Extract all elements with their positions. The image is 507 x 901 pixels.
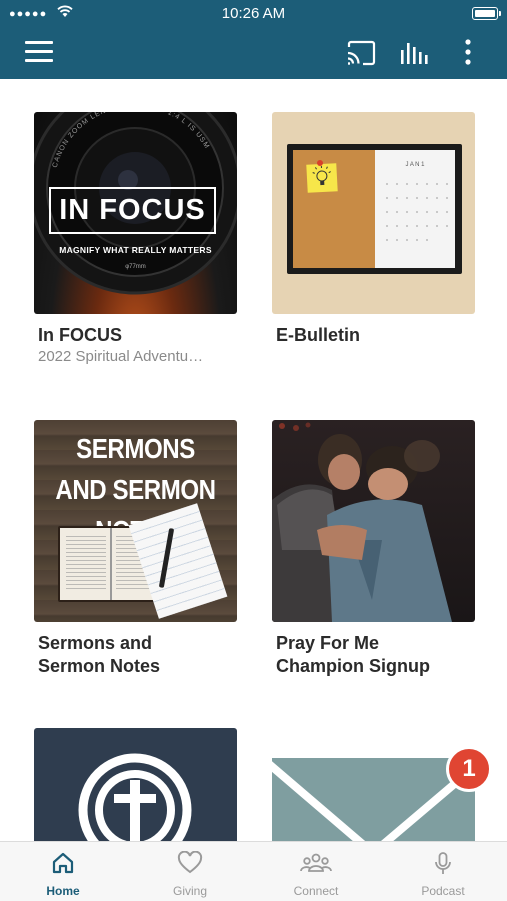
in-focus-heading: IN FOCUS [59, 194, 206, 226]
tile-image: 1 [272, 728, 492, 841]
pushpin [317, 160, 323, 166]
tile-title: Pray For Me Champion Signup [276, 633, 430, 676]
envelope-image [272, 758, 475, 841]
app-header: ●●●●● 10:26 AM [0, 0, 507, 79]
tab-home[interactable]: Home [0, 842, 126, 901]
tab-label: Connect [293, 884, 339, 898]
tab-connect[interactable]: Connect [253, 842, 379, 901]
in-focus-box: IN FOCUS [49, 187, 216, 234]
calendar-heading: J A N 1 [405, 162, 425, 168]
in-focus-tagline: MAGNIFY WHAT REALLY MATTERS [59, 245, 212, 255]
tile-image: J A N 1 [272, 112, 475, 314]
hamburger-menu-icon[interactable] [25, 40, 53, 64]
people-icon [300, 853, 332, 872]
calendar-panel: J A N 1 [375, 150, 455, 268]
tab-giving[interactable]: Giving [127, 842, 253, 901]
bottom-tab-bar: Home Giving Connect Podcast [0, 841, 507, 901]
tile-title: E-Bulletin [276, 325, 360, 345]
sticky-note [306, 163, 338, 193]
microphone-icon [435, 852, 451, 874]
badge-count: 1 [462, 755, 476, 782]
tab-label: Podcast [421, 884, 465, 898]
tile-title: Sermons and Sermon Notes [38, 633, 161, 676]
praying-men-photo [272, 422, 452, 622]
battery-icon [472, 7, 501, 20]
tile-image [34, 728, 237, 841]
envelope-flap [272, 761, 475, 841]
tile-image [272, 420, 475, 622]
tile-title: In FOCUS [38, 325, 122, 345]
lightbulb-icon [312, 165, 331, 186]
more-vertical-icon[interactable] [458, 38, 478, 66]
tile-pray-for-me[interactable]: Pray For Me Champion Signup [272, 420, 475, 678]
calendar-grid [386, 183, 448, 241]
content-grid: CANON ZOOM LENS EF 16-35mm 1:4 L IS USM … [0, 79, 507, 841]
status-bar: ●●●●● 10:26 AM [0, 0, 507, 28]
notification-badge: 1 [446, 746, 492, 792]
tile-subtitle: 2022 Spiritual Adventu… [38, 348, 204, 365]
tile-mail[interactable]: 1 [272, 728, 492, 841]
tile-in-focus[interactable]: CANON ZOOM LENS EF 16-35mm 1:4 L IS USM … [34, 112, 237, 365]
heart-icon [177, 851, 203, 874]
tile-church-logo[interactable] [34, 728, 237, 841]
tile-image: CANON ZOOM LENS EF 16-35mm 1:4 L IS USM … [34, 112, 237, 314]
tab-label: Giving [172, 884, 207, 898]
audio-bars-icon[interactable] [400, 40, 430, 66]
tile-image: SERMONS AND SERMON NOTES [34, 420, 237, 622]
cast-icon[interactable] [346, 40, 376, 66]
tile-e-bulletin[interactable]: J A N 1 E-Bulletin [272, 112, 475, 347]
cross-logo-icon [78, 753, 192, 841]
status-time: 10:26 AM [221, 5, 286, 22]
tab-label: Home [46, 884, 80, 898]
lens-small-text: φ77mm [125, 264, 146, 270]
tab-podcast[interactable]: Podcast [380, 842, 506, 901]
home-icon [52, 852, 74, 874]
board-frame: J A N 1 [287, 144, 462, 274]
tile-sermons[interactable]: SERMONS AND SERMON NOTES Sermons and Ser… [34, 420, 237, 678]
